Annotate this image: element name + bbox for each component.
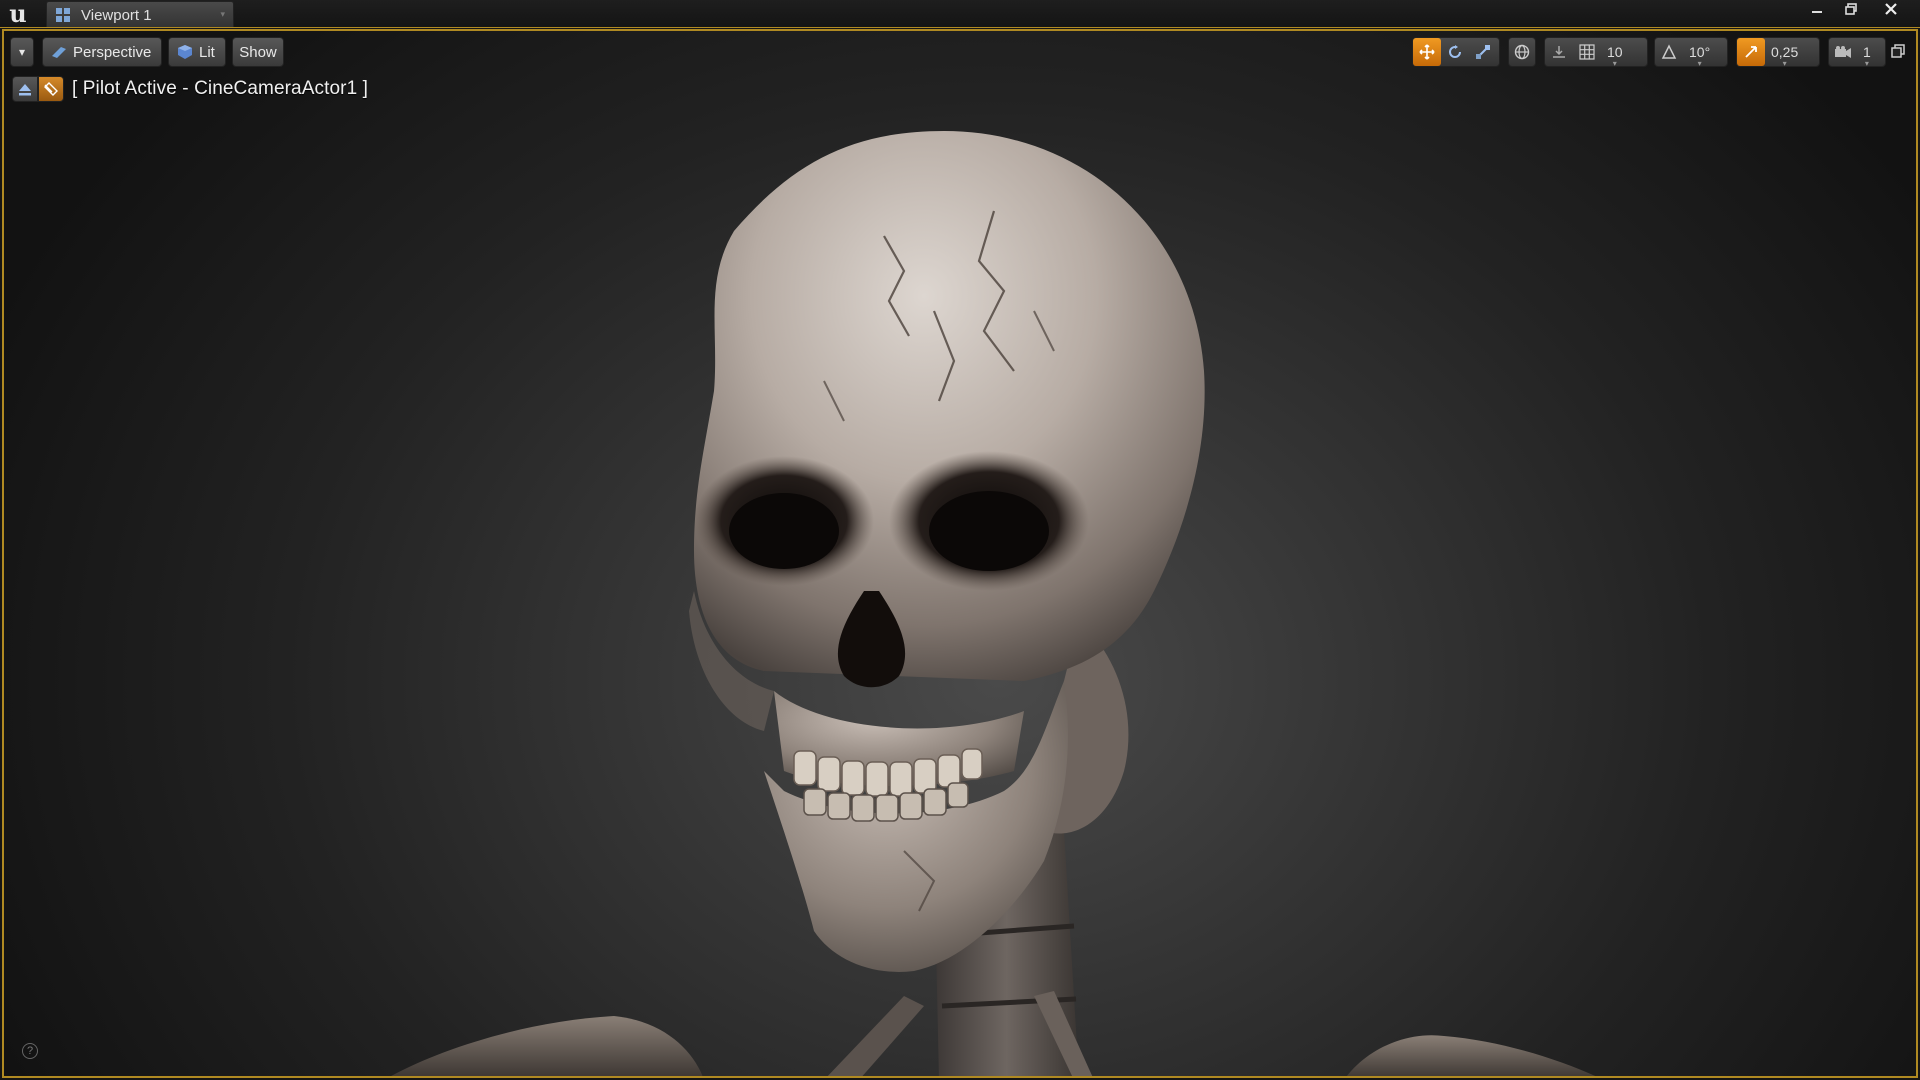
lit-sphere-icon — [178, 45, 192, 59]
camera-icon — [1835, 46, 1851, 58]
restore-icon — [1845, 3, 1857, 15]
angle-icon — [1661, 44, 1677, 59]
scale-snap-value[interactable]: 0,25 ▾ — [1765, 44, 1804, 68]
restore-button[interactable] — [1834, 0, 1868, 18]
grid-snap-toggle[interactable] — [1573, 38, 1601, 66]
grid-icon — [1579, 44, 1595, 60]
perspective-camera-icon — [52, 47, 66, 58]
coordinate-system-group — [1508, 37, 1536, 67]
minimize-icon — [1812, 11, 1822, 13]
camera-speed-button[interactable] — [1829, 38, 1857, 66]
grid-snap-caret-icon: ▾ — [1612, 59, 1617, 68]
maximize-viewport-button[interactable] — [1888, 41, 1908, 61]
rotation-snap-toggle[interactable] — [1655, 38, 1683, 66]
globe-icon — [1514, 44, 1530, 60]
rotate-tool-button[interactable] — [1441, 38, 1469, 66]
grid-snap-value[interactable]: 10 ▾ — [1601, 44, 1629, 68]
lock-pilot-button[interactable] — [38, 76, 64, 102]
eject-pilot-button[interactable] — [12, 76, 38, 102]
tab-label: Viewport 1 — [81, 7, 152, 24]
lit-button[interactable]: Lit — [168, 37, 226, 67]
scale-snap-toggle[interactable] — [1737, 38, 1765, 66]
scale-snap-caret-icon: ▾ — [1782, 59, 1787, 68]
scale-snap-icon — [1745, 46, 1757, 58]
camera-pin-icon — [44, 82, 58, 96]
translate-arrows-icon — [1419, 44, 1435, 60]
camera-speed-group: 1 ▾ — [1828, 37, 1886, 68]
unreal-engine-logo-icon[interactable]: u — [4, 2, 32, 26]
scale-snap-group: 0,25 ▾ — [1736, 37, 1820, 68]
viewport-options-button[interactable]: ▾ — [10, 37, 34, 67]
pilot-active-label: [ Pilot Active - CineCameraActor1 ] — [72, 78, 368, 99]
show-label: Show — [239, 43, 277, 61]
surface-snap-button[interactable] — [1545, 38, 1573, 66]
rotation-snap-value[interactable]: 10° ▾ — [1683, 44, 1716, 68]
tab-viewport-1[interactable]: Viewport 1 ▾ — [46, 1, 234, 27]
editor-title-bar: u Viewport 1 ▾ — [0, 0, 1920, 28]
level-viewport[interactable]: ▾ Perspective Lit Show 10 ▾ 10° ▾ 0,25 ▾… — [2, 29, 1918, 1078]
maximize-viewport-icon — [1891, 44, 1905, 58]
grid-snap-group: 10 ▾ — [1544, 37, 1648, 68]
close-icon — [1885, 3, 1897, 15]
world-coordinates-button[interactable] — [1509, 38, 1535, 66]
rotation-snap-caret-icon: ▾ — [1697, 59, 1702, 68]
eject-icon — [19, 84, 31, 96]
chevron-down-icon: ▾ — [18, 45, 26, 59]
perspective-label: Perspective — [73, 43, 152, 61]
viewport-tab-icon — [56, 8, 70, 22]
close-button[interactable] — [1874, 0, 1908, 18]
rotation-snap-group: 10° ▾ — [1654, 37, 1728, 68]
scale-icon — [1476, 45, 1490, 59]
tab-dropdown-caret-icon[interactable]: ▾ — [220, 9, 225, 20]
transform-tools-group — [1412, 37, 1500, 67]
show-button[interactable]: Show — [232, 37, 284, 67]
translate-tool-button[interactable] — [1413, 38, 1441, 66]
minimize-button[interactable] — [1800, 0, 1834, 18]
scale-tool-button[interactable] — [1469, 38, 1497, 66]
pilot-indicator: [ Pilot Active - CineCameraActor1 ] — [12, 75, 368, 103]
lit-label: Lit — [199, 43, 215, 61]
surface-snap-icon — [1553, 46, 1565, 58]
camera-speed-value[interactable]: 1 ▾ — [1857, 44, 1877, 68]
perspective-button[interactable]: Perspective — [42, 37, 162, 67]
rotate-icon — [1449, 45, 1461, 58]
skeleton-head-render[interactable] — [4, 31, 1918, 1078]
camera-speed-caret-icon: ▾ — [1864, 59, 1869, 68]
help-icon[interactable]: ? — [22, 1043, 38, 1059]
